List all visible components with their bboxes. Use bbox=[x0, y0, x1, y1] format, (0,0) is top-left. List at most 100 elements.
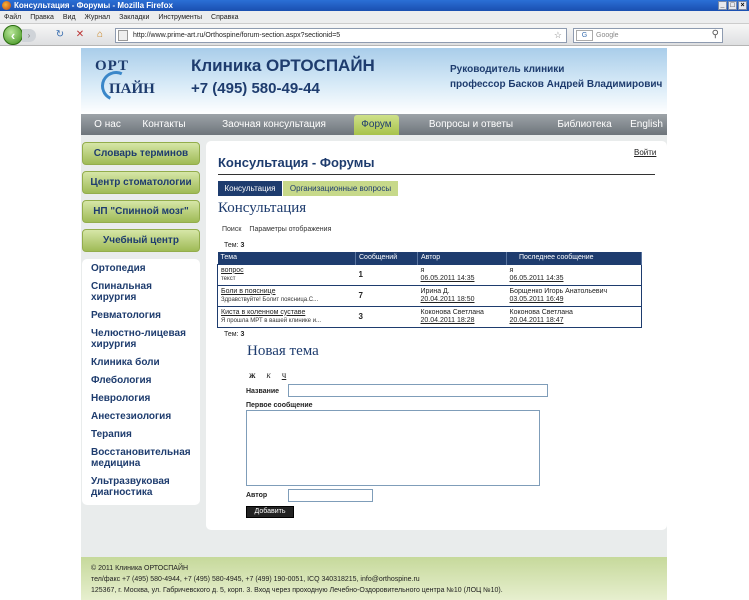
column-author: Автор bbox=[417, 252, 507, 264]
reload-icon[interactable]: ↻ bbox=[54, 29, 66, 41]
bookmark-star-icon[interactable]: ☆ bbox=[554, 29, 562, 42]
url-text: http://www.prime-art.ru/Orthospine/forum… bbox=[133, 32, 341, 39]
sidebar-item-anesthesiology[interactable]: Анестезиология bbox=[91, 411, 200, 422]
last-date[interactable]: 06.05.2011 14:35 bbox=[510, 275, 564, 282]
sidebar-item-orthopedics[interactable]: Ортопедия bbox=[91, 263, 200, 274]
topic-count-label: Тем: bbox=[224, 331, 239, 338]
author-date[interactable]: 06.05.2011 14:35 bbox=[421, 275, 475, 282]
title-divider bbox=[218, 174, 655, 175]
sidebar-item-maxillofacial[interactable]: Челюстно-лицевая хирургия bbox=[91, 328, 200, 350]
last-author: я bbox=[509, 266, 514, 274]
sidebar-button-training[interactable]: Учебный центр bbox=[82, 229, 200, 252]
menu-help[interactable]: Справка bbox=[211, 11, 238, 23]
last-date[interactable]: 03.05.2011 16:49 bbox=[510, 296, 564, 303]
author-date[interactable]: 20.04.2011 18:50 bbox=[421, 296, 475, 303]
navigation-toolbar: ‹ › ↻ ✕ ⌂ http://www.prime-art.ru/Orthos… bbox=[0, 24, 749, 46]
search-icon[interactable]: ⚲ bbox=[712, 28, 719, 41]
window-controls: _ □ × bbox=[718, 1, 747, 10]
stop-icon[interactable]: ✕ bbox=[74, 29, 86, 41]
sidebar-item-ultrasound[interactable]: Ультразвуковая диагностика bbox=[91, 476, 200, 498]
author-name: Ирина Д. bbox=[420, 287, 450, 295]
site-header: ОРТ ПАЙН Клиника ОРТОСПАЙН +7 (495) 580-… bbox=[81, 48, 667, 114]
sidebar-item-spinal-surgery[interactable]: Спинальная хирургия bbox=[91, 281, 200, 303]
menu-bar: Файл Правка Вид Журнал Закладки Инструме… bbox=[0, 11, 749, 24]
search-link[interactable]: Поиск bbox=[222, 226, 241, 233]
page-icon bbox=[118, 30, 128, 41]
menu-tools[interactable]: Инструменты bbox=[158, 11, 202, 23]
menu-edit[interactable]: Правка bbox=[30, 11, 54, 23]
add-button[interactable]: Добавить bbox=[246, 506, 294, 518]
author-date[interactable]: 20.04.2011 18:28 bbox=[421, 317, 475, 324]
bold-button[interactable]: ж bbox=[249, 370, 256, 380]
nav-qa[interactable]: Вопросы и ответы bbox=[399, 114, 543, 135]
sidebar-button-spinal-cord[interactable]: НП "Спинной мозг" bbox=[82, 200, 200, 223]
sidebar-item-phlebology[interactable]: Флебология bbox=[91, 375, 200, 386]
underline-button[interactable]: ч bbox=[282, 370, 287, 380]
tab-organizational[interactable]: Организационные вопросы bbox=[283, 181, 398, 196]
menu-view[interactable]: Вид bbox=[63, 11, 76, 23]
column-topic: Тема bbox=[217, 252, 356, 264]
topic-name-input[interactable] bbox=[288, 384, 548, 397]
sidebar-item-pain-clinic[interactable]: Клиника боли bbox=[91, 357, 200, 368]
nav-contacts[interactable]: Контакты bbox=[134, 114, 194, 135]
sidebar-item-rheumatology[interactable]: Ревматология bbox=[91, 310, 200, 321]
close-icon[interactable]: × bbox=[738, 1, 747, 10]
table-row: вопрос текст 1 я 06.05.2011 14:35 я 06.05.2… bbox=[217, 263, 642, 286]
section-title: Консультация bbox=[218, 200, 307, 216]
window-title-bar: Консультация - Форумы - Mozilla Firefox … bbox=[0, 0, 749, 11]
nav-consultation[interactable]: Заочная консультация bbox=[194, 114, 354, 135]
name-label: Название bbox=[246, 388, 280, 395]
sidebar-item-rehabilitation[interactable]: Восстановительная медицина bbox=[91, 447, 200, 469]
topic-count-top: Тем: 3 bbox=[224, 242, 244, 249]
menu-history[interactable]: Журнал bbox=[85, 11, 111, 23]
menu-bookmarks[interactable]: Закладки bbox=[119, 11, 149, 23]
back-icon[interactable]: ‹ bbox=[3, 25, 23, 45]
search-box[interactable]: G Google ⚲ bbox=[573, 28, 723, 43]
nav-forum[interactable]: Форум bbox=[354, 115, 399, 135]
topic-excerpt: Я прошла МРТ в вашей клинике и... bbox=[221, 317, 322, 324]
author-label: Автор bbox=[246, 492, 268, 499]
home-icon[interactable]: ⌂ bbox=[94, 29, 106, 41]
nav-library[interactable]: Библиотека bbox=[543, 114, 626, 135]
site-logo[interactable]: ОРТ ПАЙН bbox=[95, 56, 155, 108]
minimize-icon[interactable]: _ bbox=[718, 1, 727, 10]
forum-sublinks: Поиск Параметры отображения bbox=[222, 226, 331, 233]
message-count: 1 bbox=[355, 263, 418, 286]
search-placeholder: Google bbox=[596, 32, 619, 39]
topic-count-value: 3 bbox=[240, 331, 245, 338]
topic-excerpt: Здравствуйте! Болит поясница.С... bbox=[221, 296, 319, 303]
footer-copyright: © 2011 Клиника ОРТОСПАЙН bbox=[91, 565, 189, 572]
sidebar-button-dentistry[interactable]: Центр стоматологии bbox=[82, 171, 200, 194]
top-navigation: О нас Контакты Заочная консультация Фору… bbox=[81, 114, 667, 135]
page-title: Консультация - Форумы bbox=[218, 155, 375, 170]
menu-file[interactable]: Файл bbox=[4, 11, 21, 23]
display-settings-link[interactable]: Параметры отображения bbox=[249, 226, 331, 233]
nav-about[interactable]: О нас bbox=[81, 114, 134, 135]
first-message-textarea[interactable] bbox=[246, 410, 540, 486]
clinic-name: Клиника ОРТОСПАЙН bbox=[191, 56, 375, 75]
nav-english[interactable]: English bbox=[626, 114, 667, 135]
maximize-icon[interactable]: □ bbox=[728, 1, 737, 10]
address-bar[interactable]: http://www.prime-art.ru/Orthospine/forum… bbox=[115, 28, 567, 43]
search-engine-icon[interactable]: G bbox=[576, 30, 593, 41]
forward-icon[interactable]: › bbox=[22, 29, 36, 42]
head-name: профессор Басков Андрей Владимирович bbox=[450, 79, 663, 90]
sidebar-button-glossary[interactable]: Словарь терминов bbox=[82, 142, 200, 165]
author-name: Коконова Светлана bbox=[420, 308, 484, 316]
format-toolbar: ж к ч bbox=[249, 370, 286, 380]
sidebar-item-therapy[interactable]: Терапия bbox=[91, 429, 200, 440]
topic-link[interactable]: Боли в пояснице bbox=[221, 288, 276, 295]
new-topic-title: Новая тема bbox=[247, 343, 319, 359]
topic-link[interactable]: вопрос bbox=[221, 267, 244, 274]
login-link[interactable]: Войти bbox=[634, 148, 656, 157]
topic-link[interactable]: Киста в коленном суставе bbox=[221, 309, 305, 316]
topic-count-label: Тем: bbox=[224, 242, 239, 249]
sidebar-item-neurology[interactable]: Неврология bbox=[91, 393, 200, 404]
tab-consultation[interactable]: Консультация bbox=[218, 181, 282, 196]
firefox-icon bbox=[2, 1, 11, 10]
italic-button[interactable]: к bbox=[267, 370, 271, 380]
last-date[interactable]: 20.04.2011 18:47 bbox=[510, 317, 564, 324]
author-input[interactable] bbox=[288, 489, 373, 502]
sidebar-departments: Ортопедия Спинальная хирургия Ревматолог… bbox=[82, 259, 200, 505]
footer-address: 125367, г. Москва, ул. Габричевского д. … bbox=[91, 587, 503, 594]
